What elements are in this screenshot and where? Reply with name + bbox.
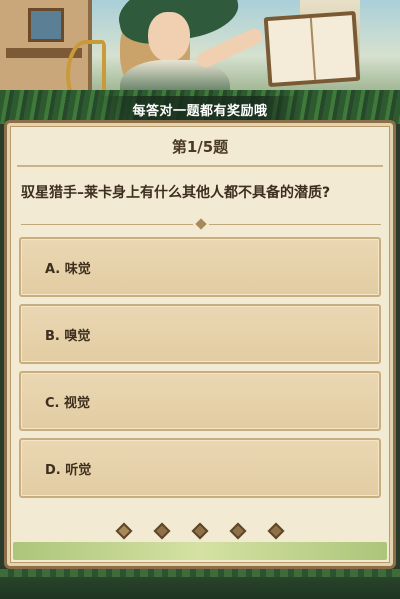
question-progress: 第1/5题 (171, 137, 229, 156)
bottom-grass-decoration (0, 569, 400, 599)
answer-option-c[interactable]: C. 视觉 (19, 371, 381, 431)
header-divider (17, 165, 383, 167)
panel-footer-decoration (13, 542, 387, 560)
divider-gem-icon (195, 218, 207, 230)
question-pager (7, 519, 393, 543)
question-text: 驭星猎手–莱卡身上有什么其他人都不具备的潜质? (21, 185, 331, 201)
pager-diamond-icon (229, 522, 247, 540)
pager-diamond-icon (153, 522, 171, 540)
banner-illustration: 每答对一题都有奖励哦 (0, 0, 400, 124)
answer-option-b[interactable]: B. 嗅觉 (19, 304, 381, 364)
pager-diamond-icon (191, 522, 209, 540)
answer-option-label: A. 味觉 (45, 261, 91, 277)
character-face (148, 12, 190, 62)
answer-option-label: B. 嗅觉 (45, 328, 91, 344)
panel-header: 第1/5题 (7, 123, 393, 169)
pager-diamond-icon (115, 522, 133, 540)
answer-option-label: C. 视觉 (45, 395, 91, 411)
subtitle-banner: 每答对一题都有奖励哦 (98, 96, 302, 122)
quiz-panel: 第1/5题 驭星猎手–莱卡身上有什么其他人都不具备的潜质? A. 味觉 B. 嗅… (4, 120, 396, 569)
book-icon (263, 10, 361, 88)
subtitle-text: 每答对一题都有奖励哦 (132, 103, 268, 119)
answer-option-a[interactable]: A. 味觉 (19, 237, 381, 297)
answer-option-label: D. 听觉 (45, 462, 92, 478)
question-divider (21, 218, 381, 230)
answer-option-d[interactable]: D. 听觉 (19, 438, 381, 498)
pager-diamond-icon (267, 522, 285, 540)
answer-options: A. 味觉 B. 嗅觉 C. 视觉 D. 听觉 (19, 237, 381, 505)
